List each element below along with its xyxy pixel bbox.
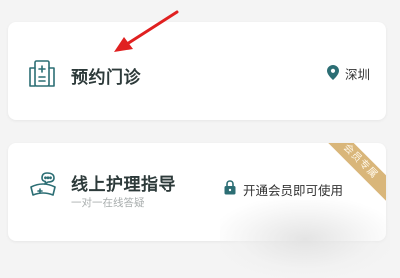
nursing-title: 线上护理指导: [71, 175, 176, 195]
clinic-icon: [26, 58, 58, 94]
nurse-cap-icon: [26, 169, 60, 207]
location-pin-icon: [327, 65, 339, 84]
appointment-card[interactable]: 预约门诊 深圳: [8, 22, 386, 120]
appointment-title: 预约门诊: [71, 68, 141, 88]
lock-icon: [224, 180, 236, 199]
nursing-guidance-card[interactable]: 线上护理指导 一对一在线答疑 开通会员即可使用 会员专属: [8, 143, 386, 241]
nursing-subtitle: 一对一在线答疑: [71, 197, 145, 209]
location-label: 深圳: [345, 67, 371, 82]
member-note: 开通会员即可使用: [243, 183, 344, 198]
